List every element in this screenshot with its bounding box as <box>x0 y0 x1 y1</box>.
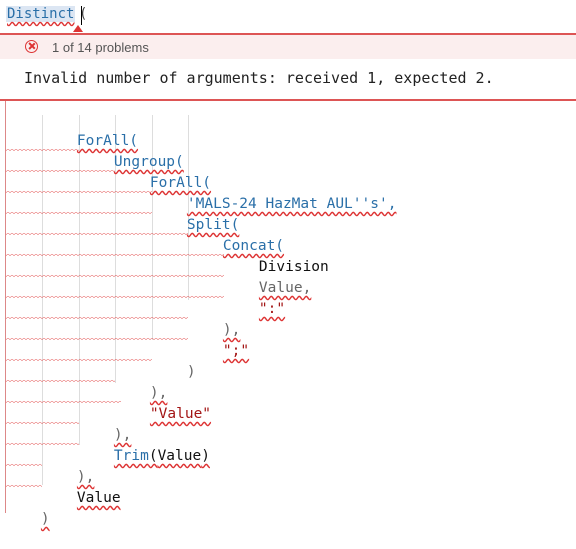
problem-message: Invalid number of arguments: received 1,… <box>24 69 494 87</box>
open-paren: ( <box>148 448 158 464</box>
trim-keyword: Trim <box>113 448 149 464</box>
code-line-19: ) <box>6 489 50 527</box>
error-squiggle <box>6 190 152 194</box>
code-line-5: Split( <box>152 195 239 233</box>
close-paren: ) <box>201 448 210 464</box>
close-paren: ) <box>40 511 50 527</box>
code-line-18: Value <box>42 468 121 506</box>
value-field: Value <box>76 490 121 506</box>
code-line-10: ), <box>188 300 240 338</box>
error-squiggle <box>6 295 224 299</box>
error-squiggle <box>6 358 152 362</box>
function-name-distinct[interactable]: Distinct <box>6 6 76 22</box>
error-squiggle <box>6 232 188 236</box>
error-circle-icon <box>25 40 38 53</box>
formula-input-line[interactable]: Distinct ( <box>0 0 576 34</box>
colon-string: ":" <box>258 301 286 317</box>
close-paren: ) <box>186 364 196 380</box>
code-line-12: ) <box>152 342 196 380</box>
problem-message-panel: Invalid number of arguments: received 1,… <box>0 59 576 101</box>
code-line-15: ), <box>79 405 131 443</box>
value-field: Value <box>157 448 202 464</box>
code-line-8: Value, <box>224 258 311 296</box>
error-squiggle <box>6 442 79 446</box>
editor-gutter-border <box>5 101 6 513</box>
error-squiggle <box>6 421 79 425</box>
error-squiggle <box>6 484 42 488</box>
code-line-4: 'MALS-24 HazMat AUL''s', <box>152 174 397 212</box>
code-line-1: ForAll( <box>42 111 138 149</box>
code-line-17: ), <box>42 447 94 485</box>
error-squiggle <box>6 400 121 404</box>
problems-bar[interactable]: 1 of 14 problems <box>0 33 576 59</box>
error-squiggle <box>6 169 115 173</box>
code-line-16: Trim(Value) <box>79 426 210 464</box>
error-squiggle <box>6 379 115 383</box>
code-line-14: "Value" <box>115 384 211 422</box>
text-cursor <box>81 6 82 25</box>
value-string: "Value" <box>149 406 212 422</box>
error-squiggle <box>6 316 188 320</box>
error-squiggle <box>6 253 224 257</box>
code-line-11: ";" <box>188 321 249 359</box>
code-line-7: Division <box>224 237 329 275</box>
error-squiggle <box>6 211 152 215</box>
error-squiggle <box>6 337 188 341</box>
code-line-2: Ungroup( <box>79 132 184 170</box>
code-editor[interactable]: ForAll( Ungroup( ForAll( 'MALS-24 HazMat… <box>0 101 576 527</box>
code-line-13: ), <box>115 363 167 401</box>
semicolon-string: ";" <box>222 343 250 359</box>
problems-count[interactable]: 1 of 14 problems <box>52 40 149 55</box>
code-line-6: Concat( <box>188 216 284 254</box>
error-squiggle <box>6 148 79 152</box>
error-marker-icon <box>73 25 83 32</box>
code-line-3: ForAll( <box>115 153 211 191</box>
code-line-9: ":" <box>224 279 285 317</box>
error-squiggle <box>6 274 224 278</box>
error-squiggle <box>6 463 42 467</box>
